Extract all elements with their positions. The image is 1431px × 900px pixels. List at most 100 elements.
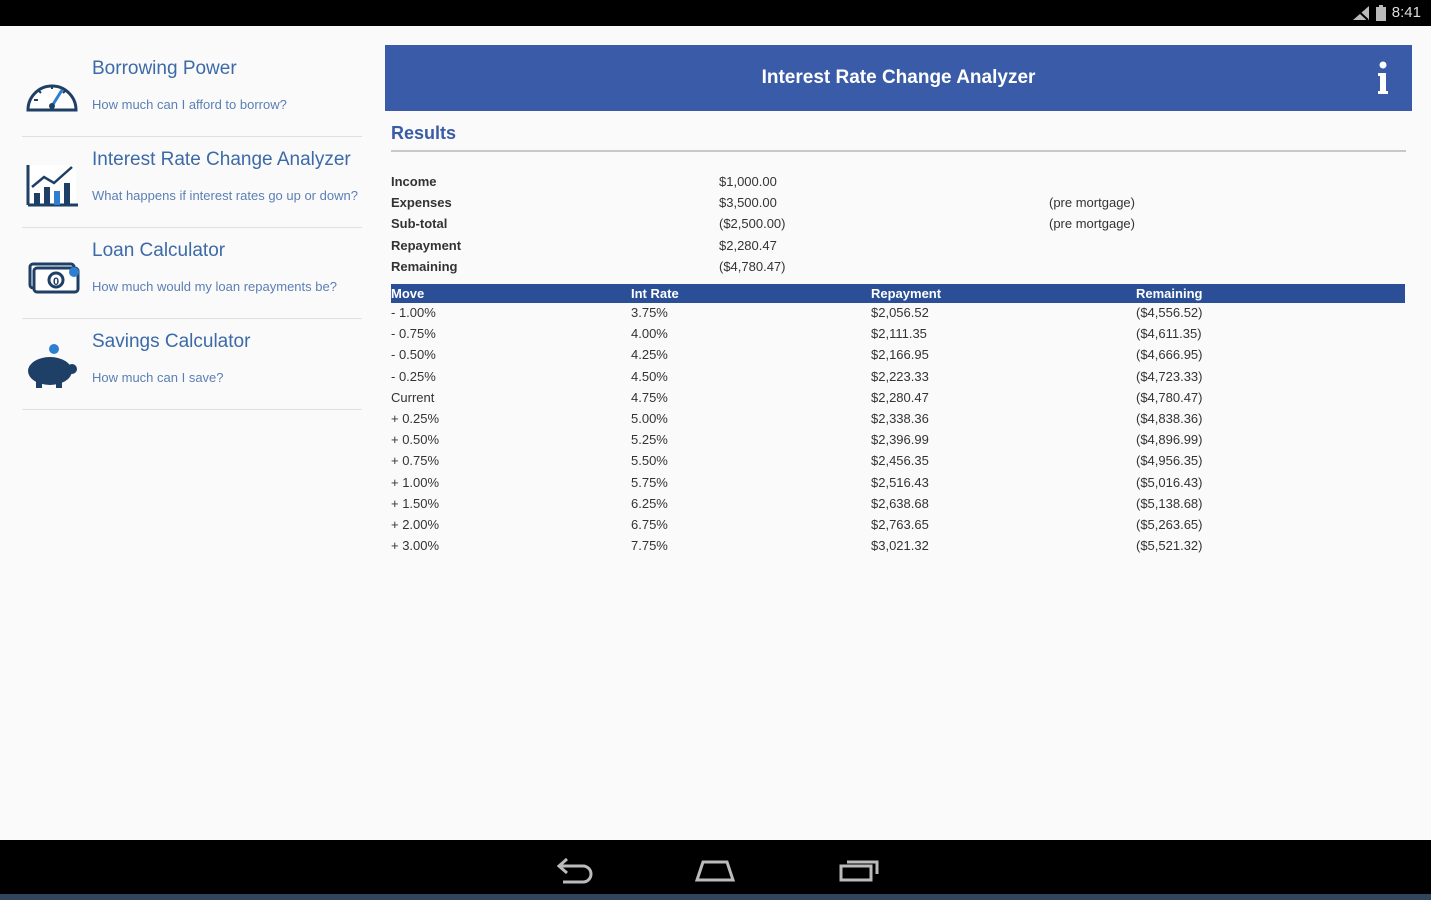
table-cell: + 2.00% — [391, 516, 440, 532]
table-cell: $2,396.99 — [871, 432, 929, 448]
page-title: Interest Rate Change Analyzer — [761, 67, 1036, 88]
summary-value: ($4,780.47) — [719, 258, 786, 274]
table-cell: 5.75% — [631, 474, 668, 490]
table-cell: + 0.50% — [391, 432, 440, 448]
table-cell: + 1.00% — [391, 474, 440, 490]
summary-row: Remaining ($4,780.47) — [391, 259, 1412, 280]
table-cell: + 0.25% — [391, 410, 440, 426]
summary-row: Income $1,000.00 — [391, 174, 1412, 195]
table-cell: $2,056.52 — [871, 305, 929, 320]
table-cell: 6.25% — [631, 495, 668, 511]
summary-value: $3,500.00 — [719, 195, 777, 211]
sidebar: Borrowing Power How much can I afford to… — [22, 46, 362, 410]
table-cell: - 1.00% — [391, 305, 436, 320]
table-cell: $3,021.32 — [871, 538, 929, 554]
results-heading: Results — [391, 123, 457, 143]
summary-label: Income — [391, 174, 437, 189]
header-bar: Interest Rate Change Analyzer — [385, 45, 1412, 111]
table-cell: Current — [391, 389, 435, 405]
summary-value: $1,000.00 — [719, 174, 777, 189]
column-header: Move — [391, 286, 425, 301]
table-row: Current 4.75% $2,280.47 ($4,780.47) — [391, 388, 1405, 409]
money-icon: 0 — [28, 262, 80, 294]
table-cell: ($5,521.32) — [1136, 538, 1203, 554]
summary-value: ($2,500.00) — [719, 216, 786, 232]
column-header: Int Rate — [631, 286, 679, 301]
nav-bottom-strip — [0, 894, 1431, 900]
table-cell: + 0.75% — [391, 453, 440, 469]
navigation-bar — [0, 840, 1431, 900]
svg-text:0: 0 — [53, 276, 59, 288]
sidebar-item-title: Interest Rate Change Analyzer — [92, 149, 351, 170]
sidebar-item-savings-calculator[interactable]: Savings Calculator How much can I save? — [22, 319, 362, 410]
summary-label: Expenses — [391, 195, 452, 211]
table-row: + 1.00% 5.75% $2,516.43 ($5,016.43) — [391, 473, 1405, 494]
table-cell: 4.75% — [631, 389, 668, 405]
main-content: Interest Rate Change Analyzer Results In… — [385, 45, 1412, 557]
table-cell: $2,456.35 — [871, 453, 929, 469]
sidebar-item-subtitle: How much can I afford to borrow? — [92, 97, 287, 112]
table-cell: ($4,838.36) — [1136, 410, 1203, 426]
table-cell: ($4,896.99) — [1136, 432, 1203, 448]
table-cell: ($4,556.52) — [1136, 305, 1203, 320]
table-cell: + 1.50% — [391, 495, 440, 511]
sidebar-item-title: Loan Calculator — [92, 240, 226, 261]
table-cell: 4.25% — [631, 347, 668, 363]
table-cell: ($4,956.35) — [1136, 453, 1203, 469]
summary-value: $2,280.47 — [719, 237, 777, 253]
table-cell: $2,166.95 — [871, 347, 929, 363]
column-header: Remaining — [1136, 286, 1203, 301]
sidebar-item-loan-calculator[interactable]: 0 Loan Calculator How much would my loan… — [22, 228, 362, 319]
table-cell: 3.75% — [631, 305, 668, 320]
summary-section: Income $1,000.00 Expenses $3,500.00 (pre… — [391, 174, 1412, 284]
results-divider — [391, 150, 1406, 152]
sidebar-item-subtitle: How much can I save? — [92, 370, 224, 385]
table-cell: 7.75% — [631, 538, 668, 554]
table-cell: $2,638.68 — [871, 495, 929, 511]
table-row: - 1.00% 3.75% $2,056.52 ($4,556.52) — [391, 303, 1405, 324]
battery-icon — [1375, 4, 1386, 21]
table-cell: 5.25% — [631, 432, 668, 448]
table-row: + 0.50% 5.25% $2,396.99 ($4,896.99) — [391, 430, 1405, 451]
table-row: + 1.50% 6.25% $2,638.68 ($5,138.68) — [391, 494, 1405, 515]
piggy-bank-icon — [28, 344, 77, 388]
table-cell: ($4,723.33) — [1136, 368, 1203, 384]
sidebar-item-subtitle: What happens if interest rates go up or … — [92, 188, 358, 203]
status-time: 8:41 — [1391, 4, 1421, 21]
table-row: + 2.00% 6.75% $2,763.65 ($5,263.65) — [391, 515, 1405, 536]
table-cell: $2,223.33 — [871, 368, 929, 384]
summary-note: (pre mortgage) — [1049, 195, 1135, 211]
sidebar-item-subtitle: How much would my loan repayments be? — [92, 279, 337, 294]
sidebar-item-interest-rate-analyzer[interactable]: Interest Rate Change Analyzer What happe… — [22, 137, 362, 228]
summary-row: Repayment $2,280.47 — [391, 238, 1412, 259]
back-icon[interactable] — [551, 854, 595, 886]
bar-chart-icon — [26, 165, 78, 207]
sidebar-item-title: Borrowing Power — [92, 58, 237, 79]
info-icon[interactable] — [1376, 59, 1390, 99]
table-cell: - 0.25% — [391, 368, 436, 384]
table-row: + 0.25% 5.00% $2,338.36 ($4,838.36) — [391, 409, 1405, 430]
app-window: Borrowing Power How much can I afford to… — [0, 26, 1431, 840]
table-header: Move Int Rate Repayment Remaining — [391, 284, 1405, 303]
table-cell: $2,111.35 — [871, 326, 927, 342]
table-cell: ($5,016.43) — [1136, 474, 1203, 490]
sidebar-item-borrowing-power[interactable]: Borrowing Power How much can I afford to… — [22, 46, 362, 137]
summary-note: (pre mortgage) — [1049, 216, 1135, 232]
table-cell: 5.50% — [631, 453, 668, 469]
table-cell: - 0.75% — [391, 326, 436, 342]
rate-change-table: Move Int Rate Repayment Remaining - 1.00… — [391, 284, 1405, 557]
table-cell: 6.75% — [631, 516, 668, 532]
summary-label: Sub-total — [391, 216, 448, 232]
summary-row: Sub-total ($2,500.00) (pre mortgage) — [391, 216, 1412, 237]
table-cell: + 3.00% — [391, 538, 440, 554]
recents-icon[interactable] — [837, 854, 881, 886]
table-cell: $2,338.36 — [871, 410, 929, 426]
table-cell: ($4,611.35) — [1136, 326, 1202, 342]
home-icon[interactable] — [693, 854, 737, 886]
table-cell: $2,763.65 — [871, 516, 929, 532]
table-cell: 5.00% — [631, 410, 668, 426]
status-bar: 8:41 — [0, 0, 1431, 26]
table-row: + 3.00% 7.75% $3,021.32 ($5,521.32) — [391, 536, 1405, 557]
summary-label: Repayment — [391, 237, 462, 253]
table-cell: 4.00% — [631, 326, 668, 342]
